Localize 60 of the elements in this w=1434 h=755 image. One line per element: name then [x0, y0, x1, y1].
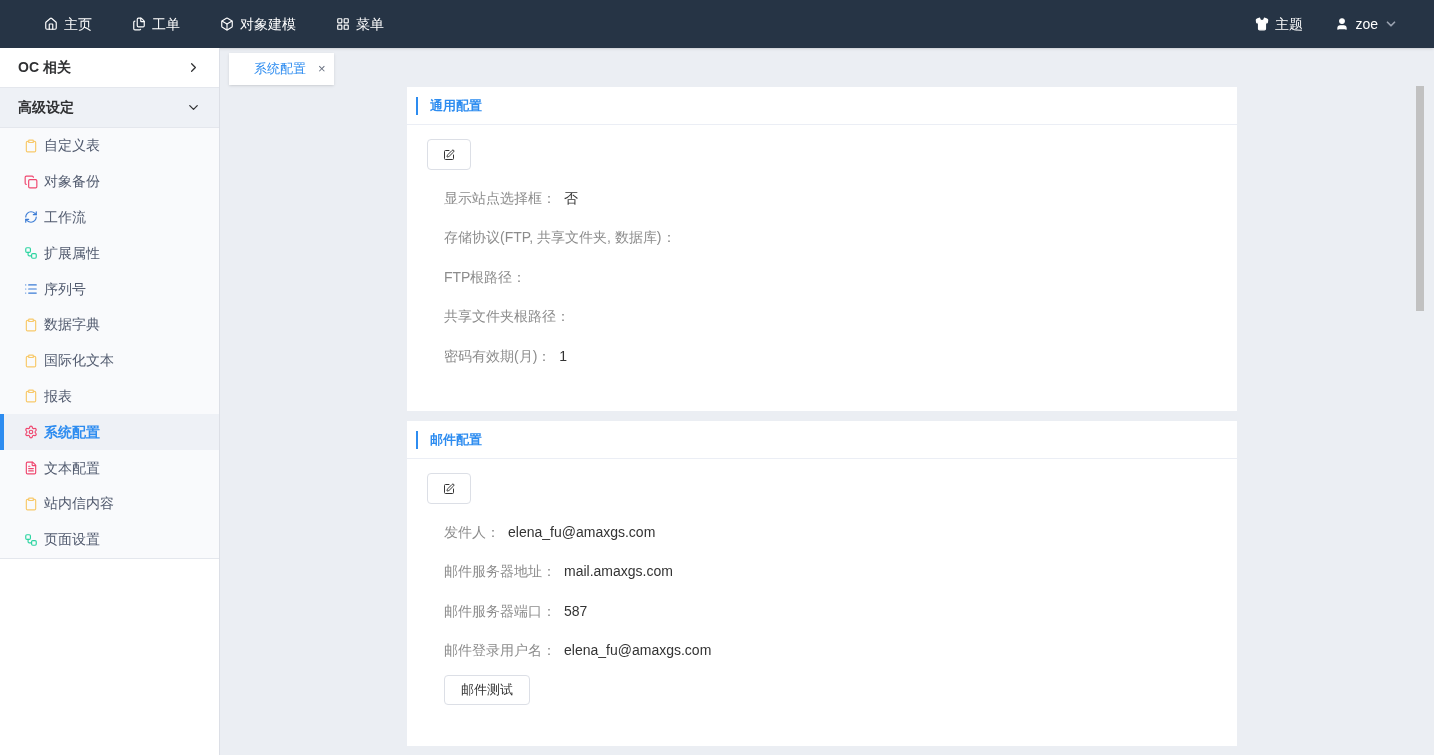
cycle-icon: [24, 210, 38, 225]
mail-test-button[interactable]: 邮件测试: [444, 674, 530, 705]
menu-item[interactable]: 国际化文本: [0, 342, 219, 379]
user-menu[interactable]: zoe: [1335, 13, 1398, 35]
edit-button[interactable]: [427, 473, 471, 504]
grid-icon: [336, 17, 350, 31]
nav-link[interactable]: 对象建模: [220, 13, 296, 35]
home-icon: [44, 17, 58, 31]
nav-link[interactable]: 菜单: [336, 13, 384, 35]
clipboard-icon: [24, 496, 38, 511]
theme-link[interactable]: 主题: [1255, 13, 1304, 35]
document-icon: [132, 17, 146, 31]
clipboard-icon: [24, 389, 38, 404]
field-label: 密码有效期(月)：: [444, 346, 552, 366]
menu-item[interactable]: 序列号: [0, 271, 219, 307]
field-label: 发件人：: [444, 522, 500, 542]
document-icon: [24, 461, 38, 476]
field-label: 邮件服务器端口：: [444, 601, 556, 621]
page-tab[interactable]: 系统配置 ×: [229, 53, 334, 85]
field-label: 邮件登录用户名：: [444, 641, 556, 660]
shirt-icon: [1255, 17, 1270, 31]
field-label: 存储协议(FTP, 共享文件夹, 数据库)：: [444, 228, 676, 247]
field-value: elena_fu@amaxgs.com: [564, 641, 712, 660]
menu-item[interactable]: 扩展属性: [0, 235, 219, 272]
field-label: 共享文件夹根路径：: [444, 307, 570, 326]
user-icon: [1335, 17, 1350, 31]
cube-icon: [220, 17, 234, 31]
field-value: mail.amaxgs.com: [564, 562, 673, 581]
edit-button[interactable]: [427, 139, 471, 170]
nodes-icon: [24, 246, 38, 261]
menu-item[interactable]: 报表: [0, 378, 219, 415]
field-value: 587: [564, 601, 588, 621]
field-label: FTP根路径：: [444, 267, 527, 287]
clipboard-icon: [24, 317, 38, 332]
menu-item[interactable]: 自定义表: [0, 128, 219, 164]
menu-group-header[interactable]: 高级设定: [0, 88, 219, 128]
menu-item[interactable]: 工作流: [0, 199, 219, 236]
clipboard-icon: [24, 138, 38, 153]
tab-close-button[interactable]: ×: [318, 59, 326, 79]
nav-link[interactable]: 主页: [44, 13, 92, 35]
field-value: 1: [559, 346, 568, 366]
menu-item[interactable]: 数据字典: [0, 307, 219, 343]
menu-item[interactable]: 对象备份: [0, 163, 219, 200]
field-value: elena_fu@amaxgs.com: [508, 522, 656, 542]
nodes-icon: [24, 532, 38, 547]
copy-icon: [24, 174, 38, 189]
menu-item[interactable]: 站内信内容: [0, 485, 219, 522]
settings-icon: [24, 425, 38, 440]
field-label: 显示站点选择框：: [444, 188, 556, 208]
edit-icon: [443, 482, 455, 495]
field-label: 邮件服务器地址：: [444, 562, 556, 581]
nav-link[interactable]: 工单: [132, 13, 180, 35]
edit-icon: [443, 148, 455, 161]
menu-item[interactable]: 页面设置: [0, 521, 219, 558]
menu-item[interactable]: 文本配置: [0, 450, 219, 486]
field-value: 否: [564, 188, 578, 208]
list-icon: [24, 282, 38, 297]
clipboard-icon: [24, 353, 38, 368]
section-title: 通用配置: [430, 96, 482, 115]
section-title: 邮件配置: [430, 430, 482, 449]
